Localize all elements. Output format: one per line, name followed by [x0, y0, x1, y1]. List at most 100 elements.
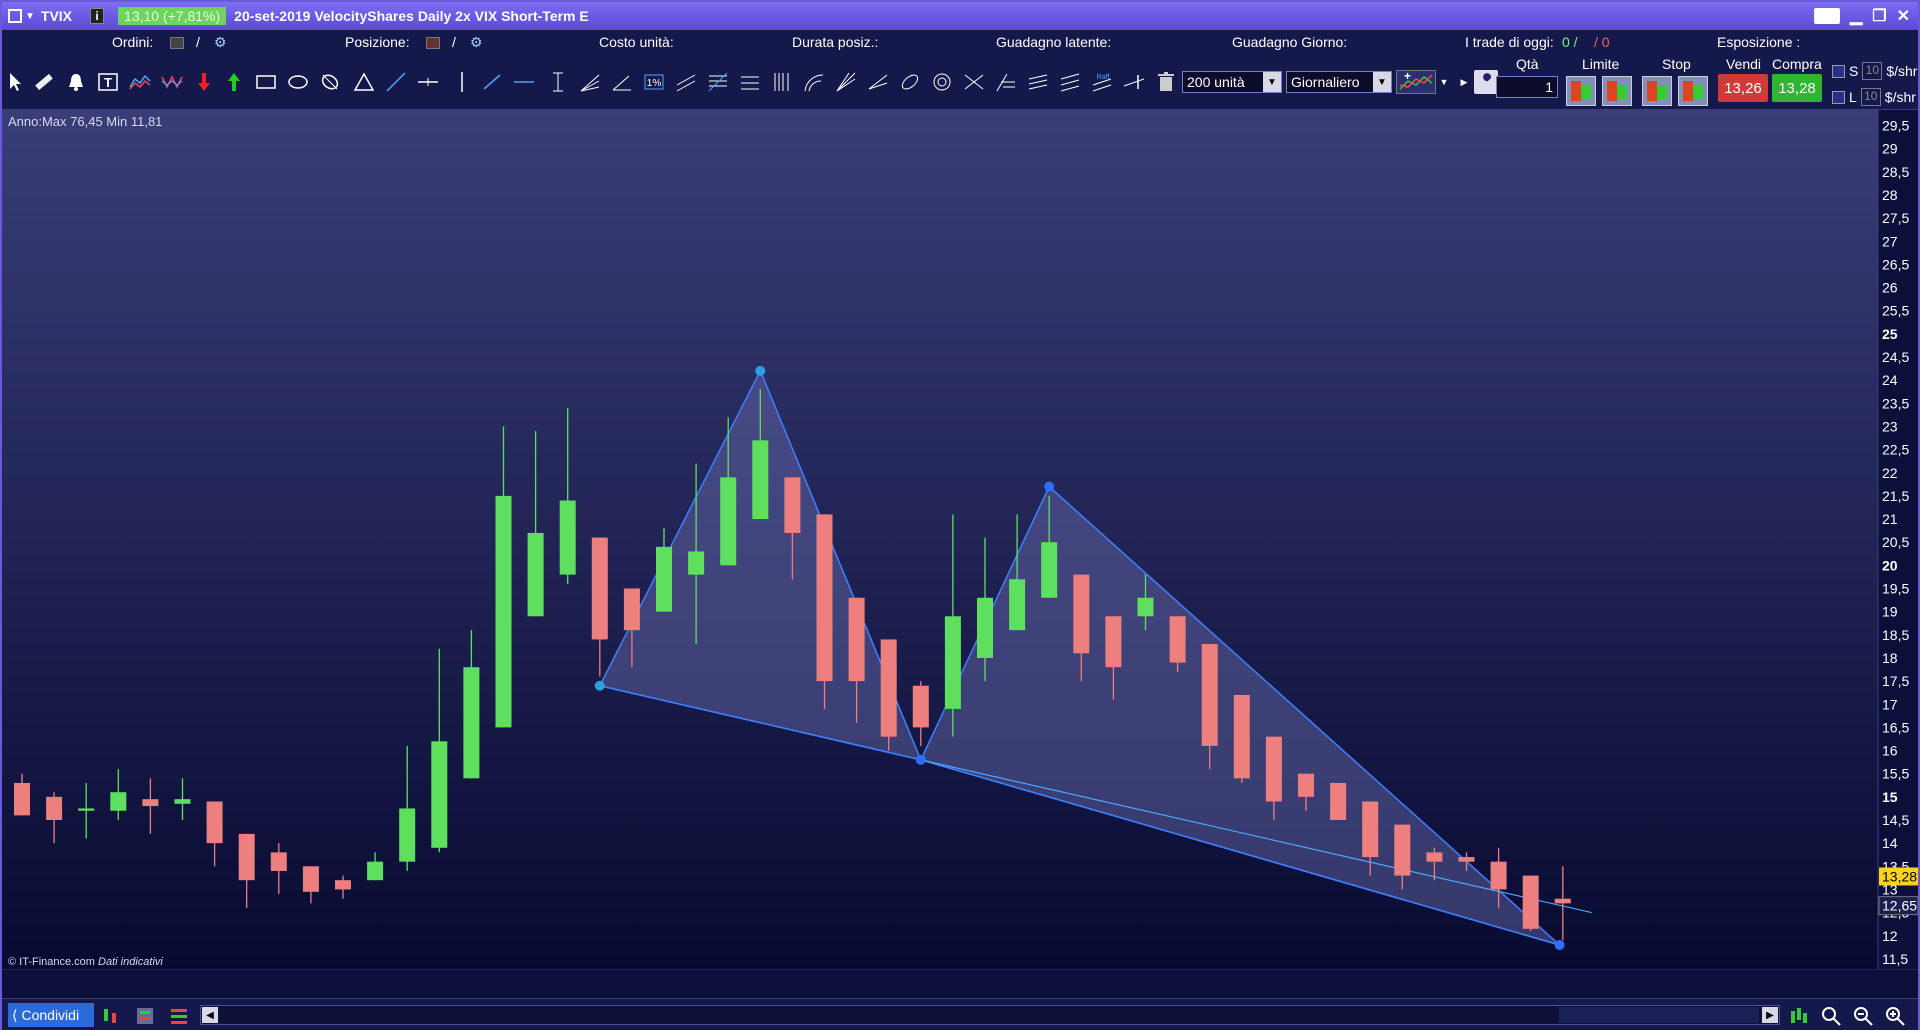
limit-buy-button[interactable]	[1566, 76, 1596, 106]
trendline-icon[interactable]	[384, 70, 408, 94]
candle[interactable]	[816, 514, 833, 709]
spiral-icon[interactable]	[930, 70, 954, 94]
units-select[interactable]: 200 unità ▼	[1182, 71, 1282, 93]
y-tick-label: 16	[1882, 743, 1898, 759]
vertical-line-icon[interactable]	[450, 70, 474, 94]
window-menu[interactable]: ▼	[8, 9, 35, 23]
extended-line-icon[interactable]	[512, 70, 536, 94]
stop-buy-button[interactable]	[1642, 76, 1672, 106]
indicators-icon[interactable]: +	[1396, 70, 1436, 94]
candle-body	[752, 440, 769, 520]
expand-arrow-icon[interactable]: ▶	[1458, 70, 1470, 94]
stop-loss-input[interactable]: 10	[1862, 62, 1883, 80]
candle[interactable]	[1233, 694, 1250, 783]
parallel-lines-icon[interactable]	[1026, 70, 1050, 94]
candlestick-chart[interactable]: 29,5 29 28,5 28 27,5 27 26,5 26 25,5 25 24,5 24 23,5…	[2, 110, 1918, 970]
indicators-chevron-icon[interactable]: ▼	[1438, 70, 1450, 94]
share-button[interactable]: ⟨ Condividi	[8, 1003, 94, 1027]
zoom-fit-icon[interactable]	[1820, 1005, 1842, 1027]
price-range-icon[interactable]	[546, 70, 570, 94]
text-tool-icon[interactable]: T	[96, 70, 120, 94]
y-tick-label: 25,5	[1882, 303, 1909, 319]
ruler-icon[interactable]	[32, 70, 56, 94]
position-gear-icon[interactable]: ⚙	[470, 34, 483, 51]
candle[interactable]	[880, 639, 897, 751]
take-profit-input[interactable]: 10	[1860, 88, 1881, 106]
limit-sell-button[interactable]	[1602, 76, 1632, 106]
scroll-thumb[interactable]	[1559, 1007, 1759, 1023]
zoom-in-icon[interactable]	[1884, 1005, 1906, 1027]
regression-channel-icon[interactable]	[1058, 70, 1082, 94]
arrow-up-icon[interactable]	[222, 70, 246, 94]
price-chart[interactable]: 29,5 29 28,5 28 27,5 27 26,5 26 25,5 25 24,5 24 23,5…	[2, 110, 1918, 970]
position-cancel-icon[interactable]	[426, 34, 440, 50]
pattern-point[interactable]	[915, 754, 926, 765]
rectangle-icon[interactable]	[254, 70, 278, 94]
fibonacci-icon[interactable]	[706, 70, 730, 94]
speed-lines-icon[interactable]	[866, 70, 890, 94]
candle-body	[1362, 801, 1379, 858]
period-select[interactable]: Giornaliero ▼	[1286, 71, 1392, 93]
chart-type-icon[interactable]	[100, 1005, 122, 1027]
auto-scale-icon[interactable]	[1788, 1005, 1810, 1027]
triangle-icon[interactable]	[352, 70, 376, 94]
angle-icon[interactable]	[610, 70, 634, 94]
percent-retracement-icon[interactable]: 1%	[642, 70, 666, 94]
restore-icon[interactable]: ❐	[1872, 6, 1886, 26]
andrews-pitchfork-icon[interactable]	[962, 70, 986, 94]
cursor-icon[interactable]	[4, 70, 28, 94]
minimize-icon[interactable]: ▁	[1850, 6, 1862, 26]
candle-body	[1009, 579, 1026, 631]
pattern-point[interactable]	[755, 365, 766, 376]
template-icon[interactable]	[134, 1005, 156, 1027]
ellipse-icon[interactable]	[286, 70, 310, 94]
scroll-right-icon[interactable]: ▶	[1762, 1007, 1778, 1023]
info-icon[interactable]: i	[90, 8, 105, 24]
zoom-out-icon[interactable]	[1852, 1005, 1874, 1027]
symbol-label[interactable]: TVIX	[41, 8, 72, 24]
candle-body	[302, 866, 319, 892]
ellipse-tool-icon[interactable]	[898, 70, 922, 94]
orders-cancel-icon[interactable]	[170, 34, 184, 50]
fibonacci-extension-icon[interactable]	[738, 70, 762, 94]
alert-bell-icon[interactable]	[64, 70, 88, 94]
chart-scrollbar[interactable]: ◀ ▶	[200, 1005, 1780, 1025]
sell-button[interactable]: 13,26	[1718, 74, 1768, 102]
keyboard-icon[interactable]	[1813, 8, 1840, 24]
arrow-down-icon[interactable]	[192, 70, 216, 94]
raff-channel-icon[interactable]: Raff	[1090, 70, 1114, 94]
y-tick-label: 24	[1882, 372, 1898, 388]
qty-input[interactable]: 1	[1496, 76, 1558, 98]
candle[interactable]	[1522, 875, 1539, 932]
scroll-left-icon[interactable]: ◀	[202, 1007, 218, 1023]
pattern-point[interactable]	[1554, 940, 1565, 951]
arcs-icon[interactable]	[802, 70, 826, 94]
y-tick-label: 26	[1882, 280, 1898, 296]
trash-icon[interactable]	[1154, 70, 1178, 94]
buy-button[interactable]: 13,28	[1772, 74, 1822, 102]
marker-icon[interactable]	[1122, 70, 1146, 94]
elliott-wave-icon[interactable]	[994, 70, 1018, 94]
candle-body	[1458, 857, 1475, 862]
close-icon[interactable]: ✕	[1897, 6, 1910, 26]
orders-gear-icon[interactable]: ⚙	[214, 34, 227, 51]
take-profit-checkbox[interactable]	[1832, 90, 1845, 104]
wrench-icon[interactable]	[1474, 70, 1498, 94]
indicator-list-icon[interactable]	[168, 1005, 190, 1027]
candle-body	[848, 597, 865, 682]
fan-lines-icon[interactable]	[578, 70, 602, 94]
pattern-point[interactable]	[594, 680, 605, 691]
sell-label: Vendi	[1726, 56, 1762, 72]
line-chart-icon[interactable]	[128, 70, 152, 94]
zigzag-icon[interactable]	[160, 70, 184, 94]
stop-loss-checkbox[interactable]	[1832, 64, 1845, 78]
horizontal-line-icon[interactable]	[416, 70, 440, 94]
ray-icon[interactable]	[480, 70, 504, 94]
channel-icon[interactable]	[674, 70, 698, 94]
gann-fan-icon[interactable]	[834, 70, 858, 94]
time-zones-icon[interactable]	[770, 70, 794, 94]
stop-sell-button[interactable]	[1678, 76, 1708, 106]
pattern-point[interactable]	[1044, 481, 1055, 492]
cross-ellipse-icon[interactable]	[318, 70, 342, 94]
candle[interactable]	[1330, 782, 1347, 820]
